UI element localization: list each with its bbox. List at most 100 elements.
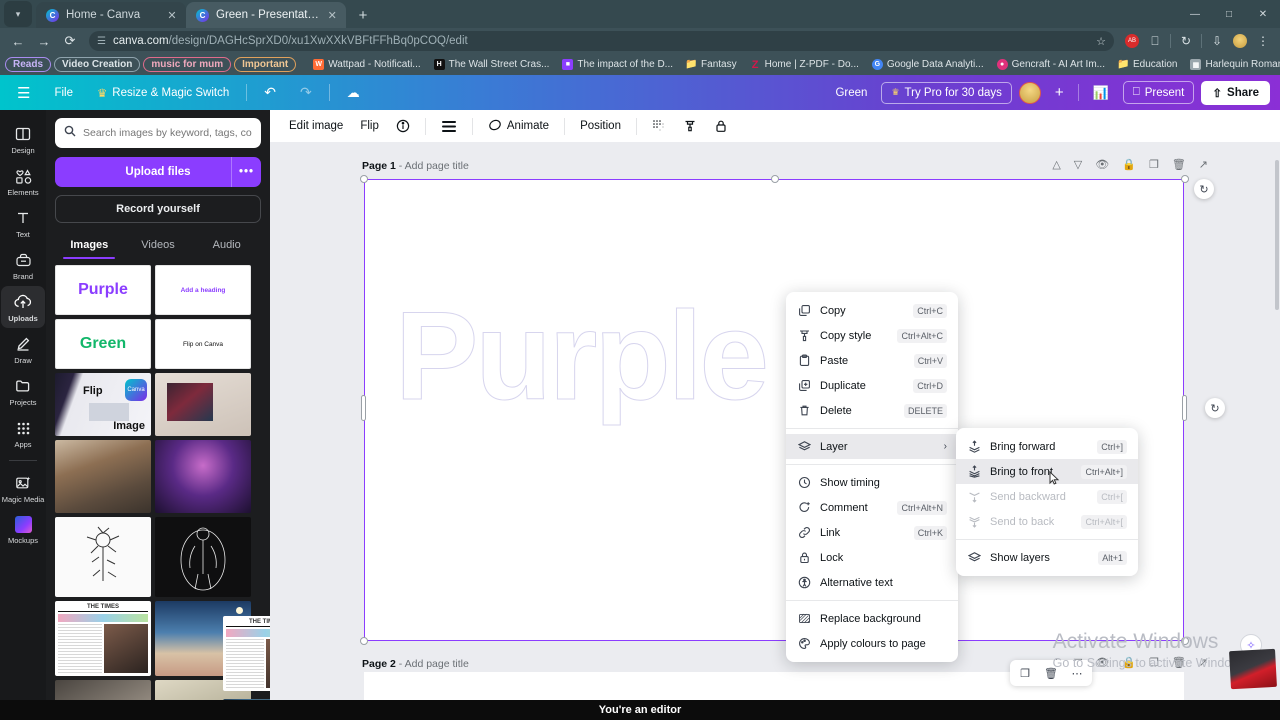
selection-handle-tr[interactable]: [1181, 175, 1189, 183]
sidebar-item-magic-media[interactable]: Magic Media: [1, 467, 45, 509]
bookmark-fantasy[interactable]: 📁Fantasy: [681, 57, 742, 72]
page-2-header[interactable]: Page 2 - Add page title: [362, 658, 469, 670]
selection-handle-ml[interactable]: [361, 395, 366, 421]
duplicate-icon[interactable]: ❐: [1012, 660, 1038, 686]
bookmark-harlequin[interactable]: ▦Harlequin Romance...: [1185, 57, 1280, 72]
lock-icon[interactable]: 🔒: [1122, 158, 1136, 171]
bookmark-google-data[interactable]: GGoogle Data Analyti...: [867, 57, 989, 72]
thumbnail-the-times-newspaper-2[interactable]: THE TIMES: [55, 601, 151, 676]
close-window-icon[interactable]: ✕: [1246, 0, 1280, 28]
close-icon[interactable]: ✕: [166, 9, 178, 22]
address-bar[interactable]: ☰ canva.com/design/DAGHcSprXD0/xu1XwXXkV…: [89, 31, 1114, 51]
menu-item-delete[interactable]: Delete DELETE: [786, 398, 958, 423]
corner-thumbnail-preview[interactable]: [1229, 649, 1277, 689]
submenu-item-bring-to-front[interactable]: Bring to front Ctrl+Alt+]: [956, 459, 1138, 484]
thumbnail-purple-slide[interactable]: Purple: [55, 265, 151, 315]
browser-tab-home[interactable]: C Home - Canva ✕: [36, 2, 186, 28]
duplicate-icon[interactable]: ❐: [1149, 158, 1159, 171]
download-icon[interactable]: ⇩: [1206, 30, 1228, 52]
menu-item-show-timing[interactable]: Show timing: [786, 470, 958, 495]
close-icon[interactable]: ✕: [326, 9, 338, 22]
insights-icon[interactable]: 📊: [1086, 81, 1116, 105]
chevron-up-icon[interactable]: △: [1052, 158, 1060, 171]
sidebar-item-mockups[interactable]: Mockups: [1, 509, 45, 550]
file-menu-button[interactable]: File: [47, 83, 80, 103]
thumbnail-desk-printer-photo[interactable]: [55, 440, 151, 513]
info-icon[interactable]: [389, 115, 417, 137]
upload-files-button[interactable]: Upload files •••: [55, 157, 261, 187]
rotate-icon[interactable]: ↻: [1194, 179, 1214, 199]
chevron-down-icon[interactable]: ▽: [1074, 158, 1082, 171]
menu-item-lock[interactable]: Lock: [786, 545, 958, 570]
position-button[interactable]: Position: [573, 116, 628, 136]
expand-icon[interactable]: ↗: [1199, 158, 1208, 171]
redo-icon[interactable]: ↷: [293, 80, 319, 105]
lock-icon[interactable]: [707, 115, 735, 137]
hamburger-icon[interactable]: ☰: [10, 80, 37, 106]
hide-icon[interactable]: 👁: [1095, 158, 1109, 171]
sidebar-item-projects[interactable]: Projects: [1, 370, 45, 412]
avatar[interactable]: [1019, 82, 1041, 104]
design-title[interactable]: Green: [828, 83, 874, 103]
menu-item-apply-colours-to-page[interactable]: Apply colours to page: [786, 631, 958, 656]
browser-tab-presentation[interactable]: C Green - Presentation ✕: [186, 2, 346, 28]
thumbnail-figure-line-drawing[interactable]: [155, 517, 251, 597]
minimize-icon[interactable]: —: [1178, 0, 1212, 28]
resize-magic-switch-button[interactable]: ♛ Resize & Magic Switch: [90, 82, 236, 104]
sidebar-item-text[interactable]: Text: [1, 202, 45, 244]
tab-images[interactable]: Images: [55, 233, 124, 259]
tab-audio[interactable]: Audio: [192, 233, 261, 259]
thumbnail-green-slide[interactable]: Green: [55, 319, 151, 369]
thumbnail-add-heading-slide[interactable]: Add a heading: [155, 265, 251, 315]
thumbnail-the-times-newspaper[interactable]: THE TIMES: [223, 616, 270, 691]
bookmark-wall-street[interactable]: HThe Wall Street Cras...: [429, 57, 555, 72]
canvas-area[interactable]: Page 1 - Add page title △ ▽ 👁 🔒 ❐ 🗑 ↗ Pu…: [270, 142, 1280, 700]
ghost-text-element[interactable]: Purple: [395, 285, 766, 428]
try-pro-button[interactable]: ♛ Try Pro for 30 days: [881, 82, 1011, 104]
menu-item-copy[interactable]: Copy Ctrl+C: [786, 298, 958, 323]
bookmark-gencraft[interactable]: ●Gencraft - AI Art Im...: [992, 57, 1110, 72]
back-icon[interactable]: ←: [6, 29, 30, 53]
present-button[interactable]: ⎕ Present: [1123, 81, 1195, 104]
share-button[interactable]: ⇧ Share: [1201, 81, 1270, 105]
thumbnail-wall-posters-photo[interactable]: [155, 373, 251, 436]
bookmark-education[interactable]: 📁Education: [1113, 57, 1182, 72]
menu-item-duplicate[interactable]: Duplicate Ctrl+D: [786, 373, 958, 398]
thumbnail-flip-image-screenshot[interactable]: Flip Canva Image: [55, 373, 151, 436]
animate-button[interactable]: Animate: [481, 114, 556, 139]
selection-handle-mr[interactable]: [1182, 395, 1187, 421]
search-input[interactable]: [83, 127, 252, 139]
flip-button[interactable]: Flip: [353, 116, 386, 136]
bookmark-important[interactable]: Important: [234, 57, 296, 72]
selection-handle-tc[interactable]: [771, 175, 779, 183]
copy-style-icon[interactable]: [676, 115, 704, 137]
profile-avatar[interactable]: [1229, 30, 1251, 52]
sidebar-item-elements[interactable]: Elements: [1, 160, 45, 202]
menu-item-replace-background[interactable]: Replace background: [786, 606, 958, 631]
canvas-scrollbar[interactable]: [1274, 142, 1280, 700]
bookmark-wattpad[interactable]: WWattpad - Notificati...: [308, 57, 425, 72]
tab-videos[interactable]: Videos: [124, 233, 193, 259]
menu-item-link[interactable]: Link Ctrl+K: [786, 520, 958, 545]
sidebar-item-brand[interactable]: Brand: [1, 244, 45, 286]
cloud-saved-icon[interactable]: ☁: [340, 81, 367, 105]
upload-more-icon[interactable]: •••: [231, 157, 261, 187]
add-collaborator-button[interactable]: +: [1048, 80, 1071, 105]
page-1-header[interactable]: Page 1 - Add page title: [362, 160, 469, 172]
selection-handle-bl[interactable]: [360, 637, 368, 645]
menu-item-layer[interactable]: Layer ›: [786, 434, 958, 459]
adjust-icon[interactable]: [434, 116, 464, 137]
bookmark-impact-of-d[interactable]: ■The impact of the D...: [557, 57, 678, 72]
tab-search-button[interactable]: ▾: [4, 1, 32, 27]
new-tab-button[interactable]: +: [350, 2, 376, 28]
page-title-placeholder[interactable]: - Add page title: [399, 658, 469, 670]
menu-item-alternative-text[interactable]: Alternative text: [786, 570, 958, 595]
forward-icon[interactable]: →: [32, 29, 56, 53]
sidebar-item-draw[interactable]: Draw: [1, 328, 45, 370]
search-images-box[interactable]: [55, 118, 261, 148]
browser-menu-icon[interactable]: ⋮: [1252, 30, 1274, 52]
bookmark-reads[interactable]: Reads: [5, 57, 51, 72]
undo-icon[interactable]: ↶: [257, 80, 283, 105]
bookmark-star-icon[interactable]: ☆: [1096, 35, 1106, 48]
maximize-icon[interactable]: □: [1212, 0, 1246, 28]
